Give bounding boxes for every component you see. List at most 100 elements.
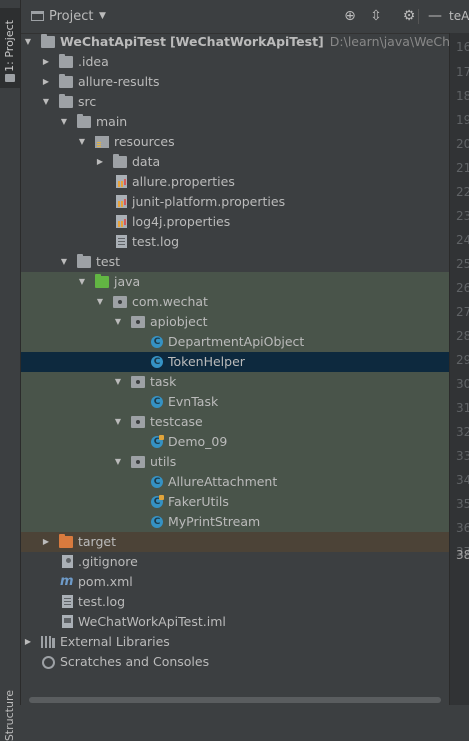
horizontal-scrollbar[interactable] [21, 689, 449, 705]
project-view-selector[interactable]: Project [49, 9, 93, 24]
project-tool-tab[interactable]: 1: Project [0, 8, 20, 88]
line-number: 18 [456, 89, 469, 103]
gear-icon[interactable]: ⚙ [401, 8, 417, 24]
tree-node-label: resources [114, 134, 175, 149]
hide-icon[interactable]: — [427, 8, 443, 24]
tree-node-test[interactable]: ▼ test [21, 252, 449, 272]
chevron-down-icon[interactable]: ▼ [41, 92, 51, 112]
tree-node-scratches[interactable]: Scratches and Consoles [21, 652, 449, 672]
project-view-icon [31, 11, 44, 21]
chevron-right-icon[interactable]: ▶ [41, 532, 51, 552]
tree-node-iml[interactable]: WeChatWorkApiTest.iml [21, 612, 449, 632]
tree-node-idea[interactable]: ▶ .idea [21, 52, 449, 72]
tree-node-root[interactable]: ▼ WeChatApiTest [WeChatWorkApiTest] D:\le… [21, 32, 449, 52]
tree-node-allure-attachment[interactable]: C AllureAttachment [21, 472, 449, 492]
tree-node-label: main [96, 114, 128, 129]
folder-icon [59, 74, 73, 88]
collapse-all-icon[interactable]: ⇳ [368, 8, 384, 24]
tree-node-label: pom.xml [78, 574, 133, 589]
tree-node-testcase[interactable]: ▼ testcase [21, 412, 449, 432]
tree-node-department-api-object[interactable]: C DepartmentApiObject [21, 332, 449, 352]
tree-node-resources-test-log[interactable]: test.log [21, 232, 449, 252]
tool-window-strip: 1: Project Structure [0, 0, 21, 741]
text-file-icon [62, 595, 73, 608]
line-number: 25 [456, 257, 469, 271]
tree-node-log4j-properties[interactable]: log4j.properties [21, 212, 449, 232]
tree-node-token-helper[interactable]: C TokenHelper [21, 352, 449, 372]
chevron-right-icon[interactable]: ▶ [23, 632, 33, 652]
scrollbar-thumb[interactable] [29, 697, 441, 703]
tree-node-label: testcase [150, 414, 203, 429]
tree-node-resources[interactable]: ▼ resources [21, 132, 449, 152]
tree-node-label: junit-platform.properties [132, 194, 286, 209]
line-number: 17 [456, 65, 469, 79]
chevron-down-icon[interactable]: ▼ [95, 292, 105, 312]
tree-node-utils[interactable]: ▼ utils [21, 452, 449, 472]
editor-tab-label: teAt [449, 9, 469, 23]
tree-node-allure-results[interactable]: ▶ allure-results [21, 72, 449, 92]
root-label: WeChatApiTest [WeChatWorkApiTest] D:\lear… [60, 32, 449, 52]
chevron-down-icon[interactable]: ▼ [77, 272, 87, 292]
package-icon [113, 296, 127, 308]
line-number: 24 [456, 233, 469, 247]
editor-tab[interactable]: teAt [449, 0, 469, 33]
folder-icon [113, 154, 127, 168]
tree-node-gitignore[interactable]: .gitignore [21, 552, 449, 572]
line-number: 21 [456, 161, 469, 175]
tree-node-apiobject[interactable]: ▼ apiobject [21, 312, 449, 332]
chevron-right-icon[interactable]: ▶ [95, 152, 105, 172]
chevron-down-icon[interactable]: ▼ [113, 412, 123, 432]
root-module: [WeChatWorkApiTest] [169, 34, 324, 49]
tree-node-faker-utils[interactable]: C FakerUtils [21, 492, 449, 512]
project-panel-header: Project ▼ ⊕ ⇳ ⚙ — [21, 0, 469, 34]
test-sources-folder-icon [95, 274, 109, 288]
project-tree: ▼ WeChatApiTest [WeChatWorkApiTest] D:\le… [21, 31, 449, 689]
run-overlay-icon [159, 495, 164, 500]
line-number: 23 [456, 209, 469, 223]
line-number: 33 [456, 449, 469, 463]
tree-node-target[interactable]: ▶ target [21, 532, 449, 552]
chevron-down-icon[interactable]: ▼ [113, 312, 123, 332]
chevron-right-icon[interactable]: ▶ [41, 72, 51, 92]
chevron-down-icon[interactable]: ▼ [113, 452, 123, 472]
tree-node-label: test.log [132, 234, 180, 249]
chevron-down-icon[interactable]: ▼ [77, 132, 87, 152]
folder-icon [5, 74, 15, 82]
gitignore-file-icon [62, 555, 73, 568]
tree-node-demo-09[interactable]: C Demo_09 [21, 432, 449, 452]
chevron-down-icon[interactable]: ▼ [23, 32, 33, 52]
chevron-down-icon[interactable]: ▼ [59, 252, 69, 272]
tree-node-allure-properties[interactable]: allure.properties [21, 172, 449, 192]
package-icon [131, 416, 145, 428]
tree-node-external-libraries[interactable]: ▶ External Libraries [21, 632, 449, 652]
tree-node-task[interactable]: ▼ task [21, 372, 449, 392]
tree-node-test-log[interactable]: test.log [21, 592, 449, 612]
chevron-down-icon[interactable]: ▼ [99, 11, 106, 21]
tree-node-java[interactable]: ▼ java [21, 272, 449, 292]
tree-node-evn-task[interactable]: C EvnTask [21, 392, 449, 412]
locate-icon[interactable]: ⊕ [342, 8, 358, 24]
tree-node-src[interactable]: ▼ src [21, 92, 449, 112]
structure-tool-tab-label[interactable]: Structure [3, 690, 16, 741]
tree-node-my-print-stream[interactable]: C MyPrintStream [21, 512, 449, 532]
properties-file-icon [116, 195, 127, 208]
toolbar-divider [418, 9, 419, 24]
tree-node-junit-properties[interactable]: junit-platform.properties [21, 192, 449, 212]
tree-node-pom[interactable]: m pom.xml [21, 572, 449, 592]
class-icon: C [151, 356, 163, 368]
tree-node-label: DepartmentApiObject [168, 334, 305, 349]
line-number: 35 [456, 497, 469, 511]
chevron-down-icon[interactable]: ▼ [113, 372, 123, 392]
chevron-right-icon[interactable]: ▶ [41, 52, 51, 72]
line-number: 34 [456, 473, 469, 487]
tree-node-label: EvnTask [168, 394, 219, 409]
root-path: D:\learn\java\WeChatApiTest [329, 34, 449, 49]
tree-node-data[interactable]: ▶ data [21, 152, 449, 172]
tree-node-label: test.log [78, 594, 126, 609]
scratches-icon [42, 656, 55, 669]
resources-folder-icon [95, 136, 109, 148]
chevron-down-icon[interactable]: ▼ [59, 112, 69, 132]
class-icon: C [151, 336, 163, 348]
tree-node-com-wechat[interactable]: ▼ com.wechat [21, 292, 449, 312]
tree-node-main[interactable]: ▼ main [21, 112, 449, 132]
